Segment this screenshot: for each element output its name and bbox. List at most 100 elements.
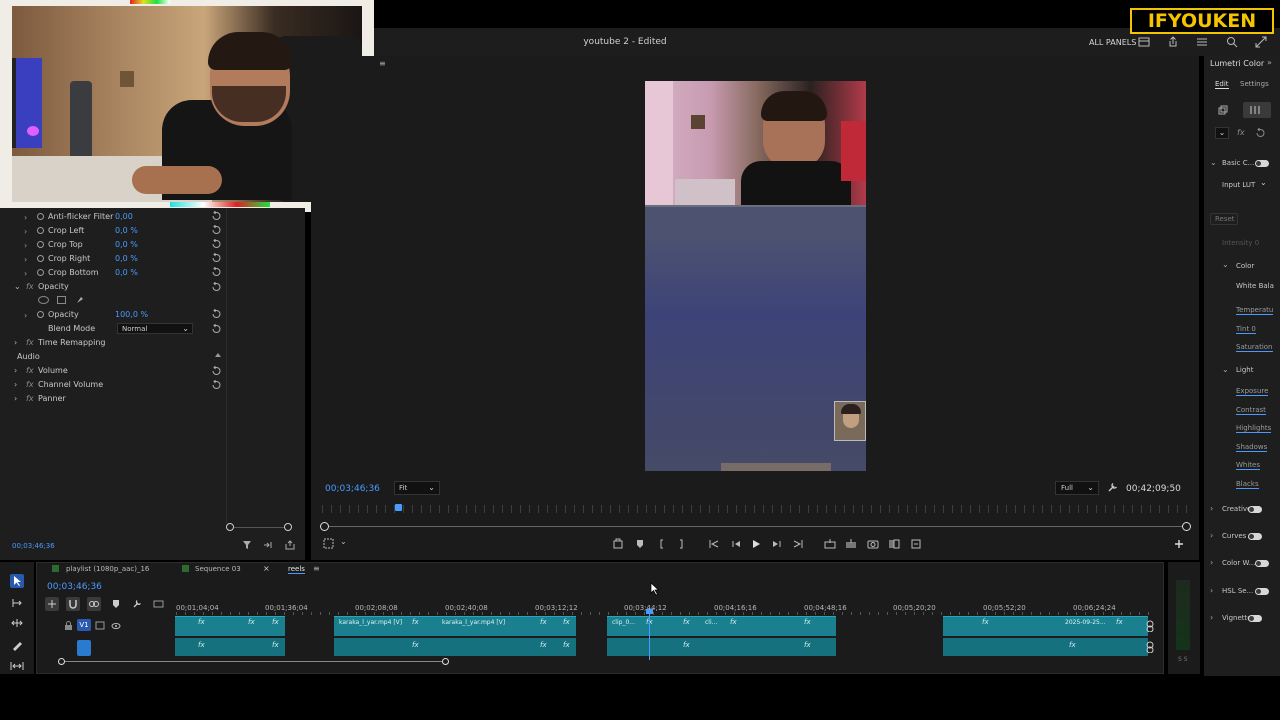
safe-margins-icon[interactable] (323, 538, 334, 549)
wrench-icon[interactable] (1107, 482, 1118, 493)
saturation-slider[interactable]: Saturation (1236, 343, 1273, 352)
curves-section[interactable]: Curves (1222, 532, 1246, 540)
stopwatch-icon[interactable] (37, 311, 44, 318)
zoom-handle-right[interactable] (1182, 522, 1191, 531)
effect-row-crop-top[interactable]: › Crop Top 0,0 % (0, 238, 305, 252)
tint-slider[interactable]: Tint 0 (1236, 325, 1256, 334)
chevron-down-icon[interactable]: ⌄ (1222, 260, 1229, 269)
reset-parameter-icon[interactable] (211, 309, 222, 319)
ripple-edit-tool-icon[interactable] (11, 617, 23, 629)
mark-in-icon[interactable] (656, 538, 668, 550)
video-clip[interactable] (175, 616, 285, 636)
insert-icon[interactable] (824, 538, 836, 550)
collapse-icon[interactable] (215, 353, 221, 357)
reset-parameter-icon[interactable] (211, 225, 222, 235)
solo-labels[interactable]: S S (1178, 656, 1188, 663)
chevron-down-icon[interactable]: ⌄ (1222, 365, 1229, 374)
chevron-right-icon[interactable]: › (14, 366, 17, 375)
reset-parameter-icon[interactable] (211, 282, 222, 292)
filter-icon[interactable] (242, 540, 252, 550)
go-to-in-icon[interactable] (708, 538, 720, 550)
stopwatch-icon[interactable] (37, 227, 44, 234)
track-v1-label[interactable]: V1 (77, 619, 91, 631)
panner-effect[interactable]: Panner (38, 394, 66, 403)
creative-toggle[interactable] (1248, 506, 1262, 513)
chevron-right-icon[interactable]: › (1210, 558, 1213, 567)
color-wheels-section[interactable]: Color W... (1222, 559, 1255, 567)
playhead-timecode[interactable]: 00;03;46;36 (325, 484, 380, 494)
channel-volume-effect[interactable]: Channel Volume (38, 380, 103, 389)
zoom-handle-left[interactable] (320, 522, 329, 531)
track-select-tool-icon[interactable] (11, 597, 23, 609)
panel-menu-icon[interactable]: ≡ (379, 59, 386, 68)
pen-mask-icon[interactable] (75, 295, 85, 305)
timeline-scrollbar[interactable] (62, 661, 446, 662)
snap-icon[interactable] (66, 597, 80, 611)
video-clip[interactable]: clip_0... cli... (607, 616, 836, 636)
effect-row-crop-left[interactable]: › Crop Left 0,0 % (0, 224, 305, 238)
add-button-icon[interactable] (1173, 538, 1185, 550)
vignette-toggle[interactable] (1248, 615, 1262, 622)
basic-correction-section[interactable]: Basic C... (1222, 159, 1254, 167)
effect-row-crop-bottom[interactable]: › Crop Bottom 0,0 % (0, 266, 305, 280)
proxy-toggle-icon[interactable] (910, 538, 922, 550)
nest-icon[interactable] (45, 597, 59, 611)
color-wheels-toggle[interactable] (1255, 560, 1269, 567)
hsl-secondary-toggle[interactable] (1255, 588, 1269, 595)
scrollbar-handle-right[interactable] (442, 658, 449, 665)
effect-dropdown[interactable]: ⌄ (1215, 127, 1229, 139)
timeline-playhead[interactable] (649, 610, 650, 660)
timeline-ruler[interactable] (176, 612, 1156, 615)
fullscreen-icon[interactable] (1255, 36, 1267, 48)
highlights-slider[interactable]: Highlights (1236, 424, 1272, 433)
add-marker-icon[interactable] (111, 599, 121, 609)
reset-parameter-icon[interactable] (211, 253, 222, 263)
fx-icon[interactable]: fx (1237, 128, 1245, 137)
chevron-right-icon[interactable]: › (1210, 613, 1213, 622)
volume-effect[interactable]: Volume (38, 366, 68, 375)
playback-resolution-select[interactable]: Full ⌄ (1055, 481, 1099, 495)
comparison-view-icon[interactable] (888, 538, 900, 550)
reset-parameter-icon[interactable] (211, 211, 222, 221)
color-section[interactable]: Color (1236, 262, 1254, 270)
add-marker-icon[interactable] (634, 538, 646, 550)
contrast-slider[interactable]: Contrast (1236, 406, 1266, 415)
share-icon[interactable] (1167, 36, 1179, 48)
track-a1-target[interactable] (77, 640, 91, 656)
export-frame-icon[interactable] (867, 538, 879, 550)
track-lock-icon[interactable] (1145, 620, 1155, 632)
light-section[interactable]: Light (1236, 366, 1253, 374)
tab-sequence-03[interactable]: Sequence 03 (195, 565, 241, 573)
scrollbar-handle-right[interactable] (284, 523, 292, 531)
playhead[interactable] (395, 504, 402, 511)
chevron-right-icon[interactable]: › (1210, 586, 1213, 595)
chevron-right-icon[interactable]: › (14, 380, 17, 389)
audio-clip[interactable] (943, 638, 1148, 656)
effect-row-opacity[interactable]: › Opacity 100,0 % (0, 308, 305, 322)
reset-parameter-icon[interactable] (211, 267, 222, 277)
whites-slider[interactable]: Whites (1236, 461, 1261, 470)
close-icon[interactable]: × (263, 564, 270, 573)
lock-icon[interactable] (64, 621, 73, 631)
reset-parameter-icon[interactable] (1255, 128, 1266, 138)
chevron-right-icon[interactable]: › (1210, 504, 1213, 513)
playhead-handle[interactable] (646, 609, 653, 614)
wrench-icon[interactable] (132, 599, 142, 609)
chevron-down-icon[interactable]: ⌄ (1210, 158, 1217, 167)
go-to-out-icon[interactable] (792, 538, 804, 550)
temperature-slider[interactable]: Temperatu (1236, 306, 1274, 315)
audio-clip[interactable] (607, 638, 836, 656)
layers-icon[interactable] (1218, 105, 1228, 115)
captions-icon[interactable] (153, 599, 164, 609)
zoom-scrollbar[interactable] (230, 527, 288, 528)
all-panels-button[interactable]: ALL PANELS (1089, 38, 1136, 47)
play-icon[interactable] (750, 538, 762, 550)
effect-row-crop-right[interactable]: › Crop Right 0,0 % (0, 252, 305, 266)
hsl-secondary-section[interactable]: HSL Se... (1222, 587, 1253, 595)
panel-menu-icon[interactable]: ≡ (313, 564, 320, 573)
chevron-down-icon[interactable]: ⌄ (1260, 178, 1267, 187)
reset-parameter-icon[interactable] (211, 366, 222, 376)
opacity-section-label[interactable]: Opacity (38, 282, 69, 291)
play-audio-only-icon[interactable] (263, 540, 273, 550)
zoom-level-select[interactable]: Fit ⌄ (394, 481, 440, 495)
